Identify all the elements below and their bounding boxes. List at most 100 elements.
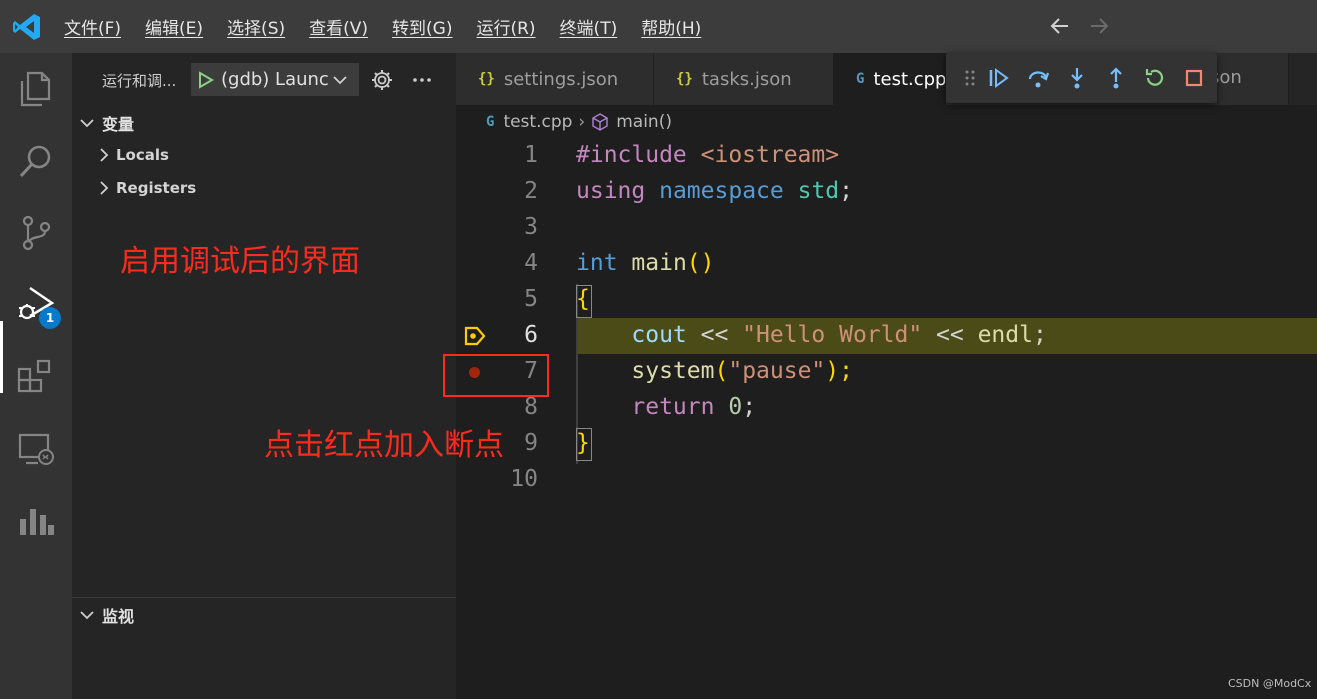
- variables-title: 变量: [102, 115, 135, 134]
- tab-label: tasks.json: [701, 68, 792, 90]
- arrow-right-icon[interactable]: [1087, 14, 1111, 38]
- chevron-right-icon: [92, 141, 116, 169]
- code-text: using namespace std;: [576, 178, 853, 204]
- tree-item-label: Locals: [116, 146, 169, 164]
- tree-item-label: Registers: [116, 179, 197, 197]
- chart-icon[interactable]: [14, 499, 58, 543]
- start-debugging-button[interactable]: [191, 63, 221, 96]
- watch-section-header[interactable]: 监视: [72, 601, 456, 629]
- extensions-icon[interactable]: [14, 355, 58, 399]
- continue-icon[interactable]: [987, 66, 1011, 90]
- code-line-1: 1 #include <iostream>: [456, 138, 1317, 174]
- more-actions-icon[interactable]: [410, 68, 434, 92]
- menu-terminal[interactable]: 终端(T): [560, 14, 618, 39]
- watch-title: 监视: [102, 607, 135, 626]
- menu-help[interactable]: 帮助(H): [641, 14, 701, 39]
- code-line-8: 8 return 0;: [456, 390, 1317, 426]
- breadcrumb-symbol[interactable]: main(): [616, 112, 672, 132]
- menu-edit[interactable]: 编辑(E): [145, 14, 203, 39]
- tree-item-registers[interactable]: Registers: [92, 174, 196, 202]
- sidebar-title: 运行和调...: [102, 72, 177, 90]
- search-icon[interactable]: [14, 139, 58, 183]
- code-text: return 0;: [631, 394, 757, 420]
- launch-config-label: (gdb) Launch: [221, 69, 329, 90]
- line-number[interactable]: 10: [496, 466, 538, 492]
- gear-icon[interactable]: [370, 68, 394, 92]
- code-line-2: 2 using namespace std;: [456, 174, 1317, 210]
- cpp-file-icon: G: [856, 71, 865, 87]
- title-bar: 文件(F) 编辑(E) 选择(S) 查看(V) 转到(G) 运行(R) 终端(T…: [0, 0, 1317, 53]
- code-text: }: [576, 430, 590, 456]
- code-line-4: 4 int main(): [456, 246, 1317, 282]
- drag-handle-icon[interactable]: [958, 66, 982, 90]
- code-text: system("pause");: [631, 358, 853, 384]
- code-line-3: 3: [456, 210, 1317, 246]
- cpp-file-icon: G: [486, 114, 495, 130]
- chevron-down-icon[interactable]: [329, 63, 351, 96]
- stop-icon[interactable]: [1182, 66, 1206, 90]
- remote-explorer-icon[interactable]: [14, 427, 58, 471]
- breadcrumb: G test.cpp › main(): [486, 110, 672, 134]
- annotation-debug-ui: 启用调试后的界面: [120, 244, 360, 279]
- method-cube-icon: [592, 113, 608, 131]
- tab-settings-json[interactable]: {} settings.json: [456, 53, 654, 105]
- code-editor[interactable]: 1 #include <iostream> 2 using namespace …: [456, 138, 1317, 699]
- section-divider: [72, 597, 456, 598]
- line-number[interactable]: 4: [496, 250, 538, 276]
- step-out-icon[interactable]: [1104, 66, 1128, 90]
- code-line-10: 10: [456, 462, 1317, 498]
- code-line-6: 6 cout << "Hello World" << endl;: [456, 318, 1317, 354]
- json-icon: {}: [478, 71, 495, 87]
- line-number[interactable]: 8: [496, 394, 538, 420]
- line-number[interactable]: 1: [496, 142, 538, 168]
- menu-bar: 文件(F) 编辑(E) 选择(S) 查看(V) 转到(G) 运行(R) 终端(T…: [64, 0, 701, 53]
- activity-bar: 1: [0, 53, 72, 699]
- tab-tasks-json[interactable]: {} tasks.json: [654, 53, 834, 105]
- chevron-down-icon: [72, 601, 102, 629]
- step-into-icon[interactable]: [1065, 66, 1089, 90]
- menu-go[interactable]: 转到(G): [392, 14, 452, 39]
- explorer-icon[interactable]: [14, 67, 58, 111]
- annotation-breakpoint: 点击红点加入断点: [264, 428, 504, 463]
- debug-sidebar: 运行和调... (gdb) Launch 变量 Locals Registers…: [72, 53, 456, 699]
- tab-label: settings.json: [503, 68, 619, 90]
- current-execution-arrow-icon: [464, 326, 486, 346]
- chevron-right-icon: [92, 174, 116, 202]
- tree-item-locals[interactable]: Locals: [92, 141, 169, 169]
- line-number[interactable]: 5: [496, 286, 538, 312]
- code-line-9: 9 }: [456, 426, 1317, 462]
- code-text: {: [576, 286, 590, 312]
- chevron-down-icon: [72, 109, 102, 137]
- chevron-right-icon: ›: [578, 112, 586, 132]
- debug-count-badge: 1: [39, 307, 61, 329]
- arrow-left-icon[interactable]: [1048, 14, 1072, 38]
- code-text: int main(): [576, 250, 715, 276]
- breadcrumb-file[interactable]: test.cpp: [503, 112, 572, 132]
- launch-config-select[interactable]: (gdb) Launch: [191, 63, 359, 96]
- annotation-highlight-box: [443, 354, 549, 397]
- restart-icon[interactable]: [1143, 66, 1167, 90]
- code-text: cout << "Hello World" << endl;: [631, 322, 1047, 348]
- tab-label: test.cpp: [873, 68, 946, 90]
- source-control-icon[interactable]: [14, 211, 58, 255]
- code-line-5: 5 {: [456, 282, 1317, 318]
- tab-test-cpp[interactable]: G test.cpp: [834, 53, 946, 105]
- json-icon: {}: [676, 71, 693, 87]
- menu-file[interactable]: 文件(F): [64, 14, 121, 39]
- sidebar-header: 运行和调... (gdb) Launch: [72, 53, 456, 107]
- play-icon: [199, 70, 214, 89]
- active-indicator: [0, 321, 3, 393]
- code-line-7: 7 system("pause");: [456, 354, 1317, 390]
- menu-run[interactable]: 运行(R): [476, 14, 535, 39]
- menu-view[interactable]: 查看(V): [309, 14, 368, 39]
- variables-section-header[interactable]: 变量: [72, 109, 456, 137]
- line-number[interactable]: 3: [496, 214, 538, 240]
- menu-selection[interactable]: 选择(S): [227, 14, 285, 39]
- line-number[interactable]: 2: [496, 178, 538, 204]
- vscode-logo-icon: [13, 14, 40, 40]
- step-over-icon[interactable]: [1026, 66, 1050, 90]
- code-text: #include <iostream>: [576, 142, 840, 168]
- debug-toolbar: [946, 53, 1217, 103]
- watermark: CSDN @ModCx: [1228, 677, 1312, 690]
- line-number[interactable]: 6: [496, 322, 538, 348]
